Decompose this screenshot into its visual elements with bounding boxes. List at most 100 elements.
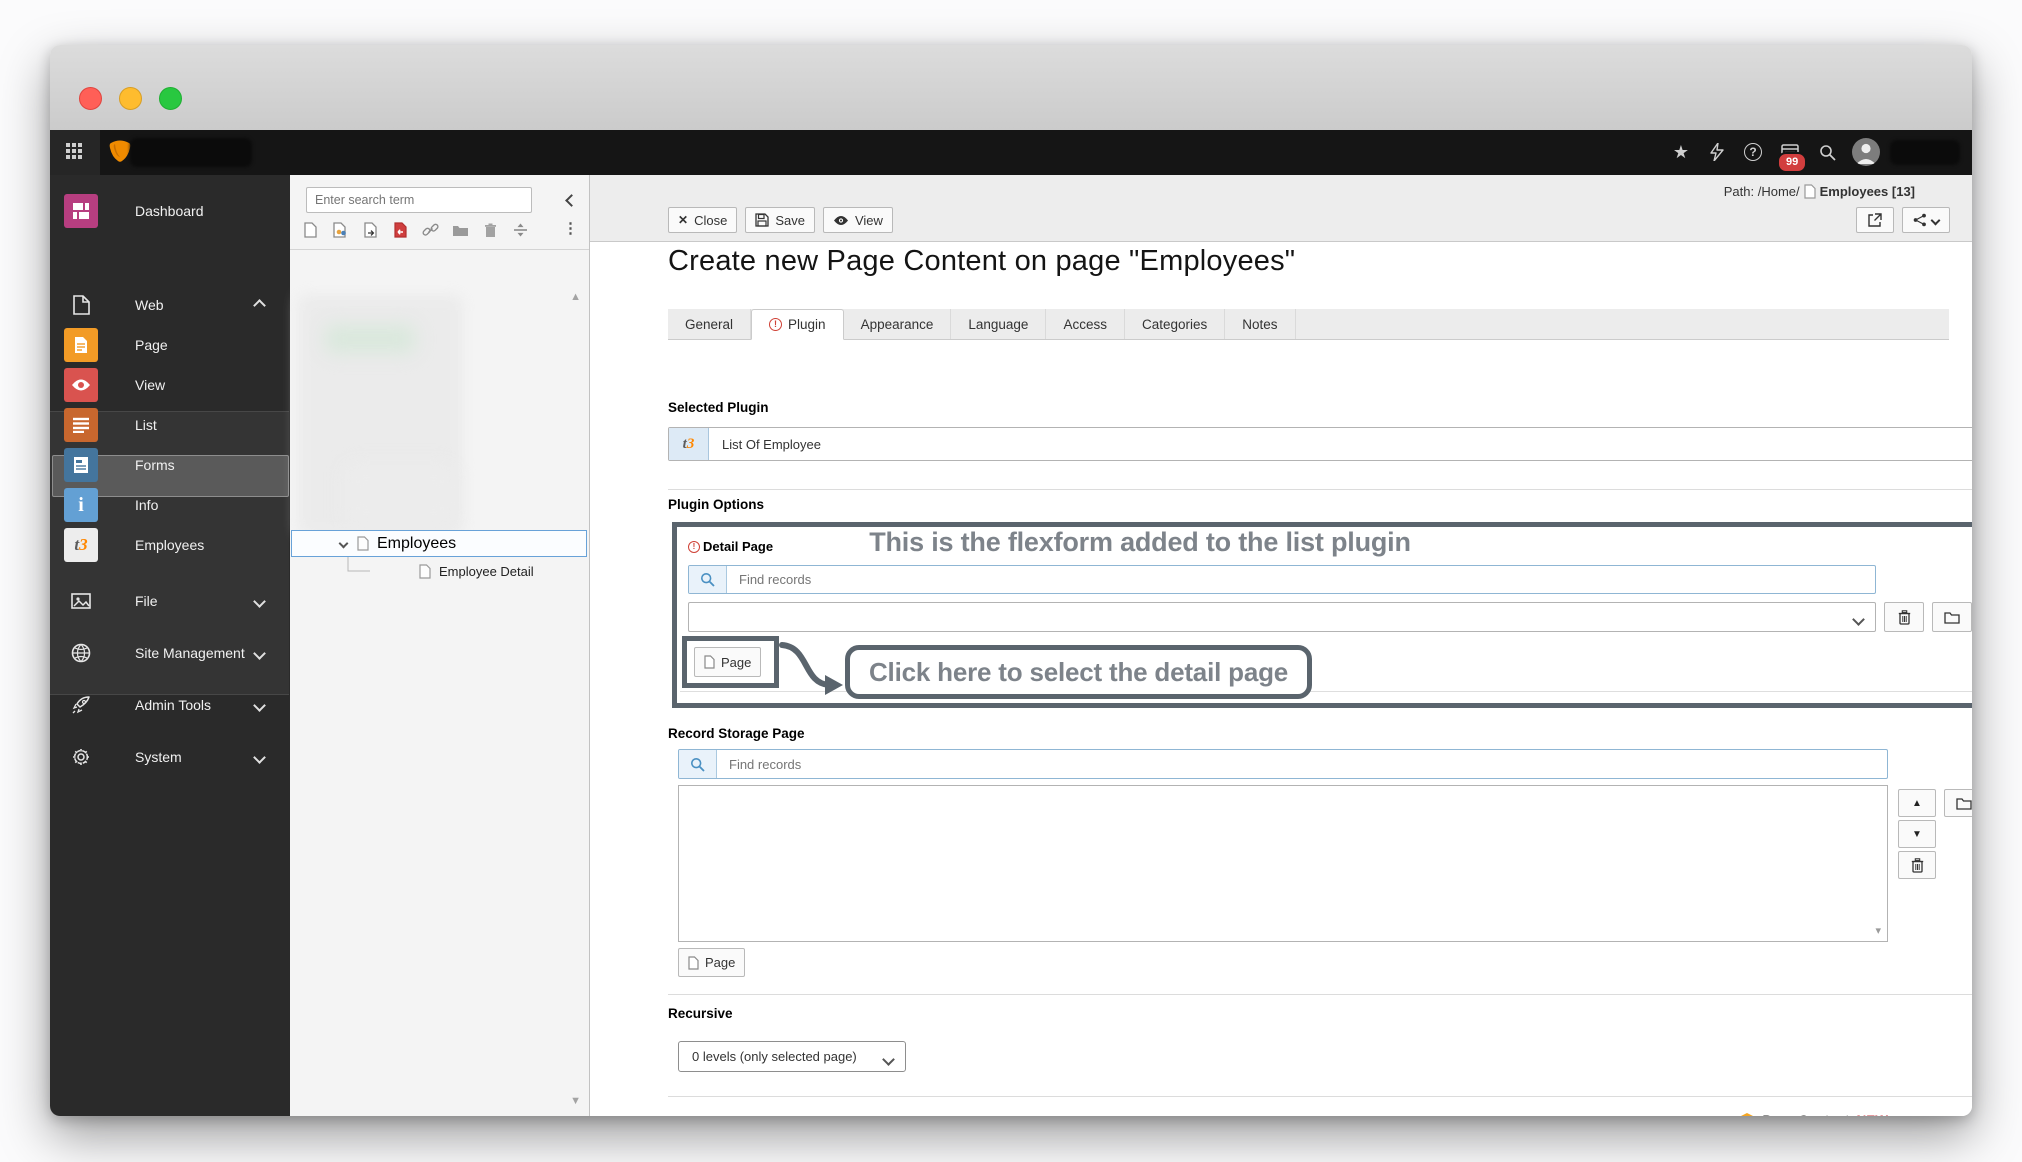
redacted-tree-content — [345, 465, 455, 525]
new-mountpoint-page-icon[interactable] — [362, 222, 379, 239]
sidebar-item-label: File — [135, 593, 158, 609]
page-icon — [704, 655, 715, 669]
required-warning-icon: ! — [688, 541, 700, 553]
sidebar-item-forms[interactable]: Forms — [50, 445, 290, 485]
tree-more-menu-icon[interactable]: ⋮ — [563, 219, 578, 237]
tree-search-input[interactable] — [307, 188, 531, 212]
path-prefix: Path: /Home/ — [1724, 184, 1800, 199]
record-storage-listbox[interactable]: ▾ — [678, 785, 1888, 942]
collapse-tree-icon[interactable] — [567, 192, 576, 210]
user-avatar[interactable] — [1852, 138, 1880, 166]
tab-general[interactable]: General — [668, 309, 751, 339]
window-minimize-button[interactable] — [119, 87, 142, 110]
up-arrow-icon: ▲ — [1912, 798, 1922, 809]
listbox-scroll-down-icon[interactable]: ▾ — [1875, 924, 1881, 937]
recursive-label: Recursive — [668, 1006, 733, 1021]
web-page-icon — [64, 288, 98, 322]
new-shortcut-page-icon[interactable] — [332, 222, 349, 239]
record-type-label: Page Content — [1762, 1113, 1849, 1117]
content-cube-icon — [1739, 1112, 1755, 1116]
sidebar-item-page[interactable]: Page — [50, 325, 290, 365]
record-storage-browse-button[interactable] — [1944, 789, 1972, 817]
view-button[interactable]: View — [823, 207, 893, 233]
recursive-select[interactable]: 0 levels (only selected page) — [678, 1041, 906, 1072]
share-button[interactable] — [1902, 207, 1950, 233]
close-button[interactable]: ✕ Close — [668, 207, 737, 233]
forms-module-icon — [64, 448, 98, 482]
link-icon[interactable] — [422, 222, 439, 239]
save-button[interactable]: Save — [745, 207, 815, 233]
tree-node-selected[interactable]: Employees — [291, 530, 587, 557]
sidebar-item-list[interactable]: List — [50, 405, 290, 445]
record-storage-remove-button[interactable] — [1898, 851, 1936, 879]
application-menu-button[interactable] — [50, 130, 100, 175]
spacer-icon[interactable] — [512, 222, 529, 239]
annotation-click-text: Click here to select the detail page — [850, 657, 1307, 688]
tree-scroll-down-icon[interactable]: ▼ — [570, 1095, 581, 1107]
trash-icon[interactable] — [482, 222, 499, 239]
search-icon — [689, 566, 727, 593]
search-icon[interactable] — [1814, 139, 1840, 165]
sidebar-item-label: Page — [135, 337, 168, 353]
folder-icon[interactable] — [452, 222, 469, 239]
detail-page-find-input[interactable] — [727, 566, 1875, 593]
app-window: ★ ? 99 Dashboard — [50, 45, 1972, 1116]
page-icon — [688, 956, 699, 970]
record-storage-page-button[interactable]: Page — [678, 948, 745, 977]
page-icon — [357, 536, 369, 551]
window-zoom-button[interactable] — [159, 87, 182, 110]
clear-cache-bolt-icon[interactable] — [1704, 139, 1730, 165]
file-image-icon — [64, 584, 98, 618]
apps-grid-icon — [66, 143, 85, 162]
bookmark-star-icon[interactable]: ★ — [1668, 139, 1694, 165]
detail-page-page-button[interactable]: Page — [694, 647, 761, 677]
sidebar-item-web[interactable]: Web — [50, 285, 290, 325]
detail-page-browse-button[interactable] — [1932, 602, 1972, 632]
plugin-type-icon: t3 — [669, 428, 709, 460]
sidebar-item-label: Web — [135, 297, 164, 313]
detail-page-label: Detail Page — [703, 539, 773, 554]
selected-plugin-label: Selected Plugin — [668, 400, 769, 415]
chevron-down-icon — [882, 1053, 895, 1066]
tree-node-label: Employees — [377, 535, 456, 553]
new-link-page-icon[interactable] — [392, 222, 409, 239]
docheader: Path: /Home/ Employees [13] ✕ Close Save… — [590, 175, 1972, 242]
sidebar-item-employees[interactable]: t3 Employees — [50, 525, 290, 565]
record-storage-move-down-button[interactable]: ▼ — [1898, 820, 1936, 848]
folder-icon — [1944, 611, 1960, 624]
tab-categories[interactable]: Categories — [1125, 309, 1225, 339]
detail-page-select[interactable] — [688, 602, 1876, 632]
selected-plugin-select[interactable]: t3 List Of Employee — [668, 427, 1972, 461]
detail-page-remove-button[interactable] — [1884, 602, 1924, 632]
chevron-down-icon — [1852, 613, 1865, 626]
new-page-icon[interactable] — [302, 222, 319, 239]
employees-module-icon: t3 — [64, 528, 98, 562]
sidebar-item-dashboard[interactable]: Dashboard — [50, 191, 290, 231]
sidebar-item-view[interactable]: View — [50, 365, 290, 405]
tree-scroll-up-icon[interactable]: ▲ — [570, 291, 581, 303]
new-record-badge: NEW — [1857, 1113, 1889, 1117]
node-expand-icon[interactable] — [339, 539, 349, 549]
window-titlebar — [50, 45, 1972, 131]
sidebar-item-system[interactable]: System — [50, 737, 290, 777]
record-storage-move-up-button[interactable]: ▲ — [1898, 789, 1936, 817]
sidebar-item-site-management[interactable]: Site Management — [50, 633, 290, 673]
sidebar-item-file[interactable]: File — [50, 581, 290, 621]
tab-plugin[interactable]: ! Plugin — [751, 309, 844, 340]
open-in-new-button[interactable] — [1856, 207, 1894, 233]
tree-node-child[interactable]: Employee Detail — [419, 560, 534, 582]
help-icon[interactable]: ? — [1740, 139, 1766, 165]
click-annotation-bubble: Click here to select the detail page — [845, 645, 1312, 699]
eye-icon — [833, 215, 849, 226]
tab-access[interactable]: Access — [1046, 309, 1125, 339]
tab-notes[interactable]: Notes — [1225, 309, 1295, 339]
sidebar-item-info[interactable]: i Info — [50, 485, 290, 525]
window-close-button[interactable] — [79, 87, 102, 110]
sidebar-item-label: Dashboard — [135, 203, 204, 219]
tab-appearance[interactable]: Appearance — [844, 309, 952, 339]
rocket-icon — [64, 688, 98, 722]
page-icon — [1804, 184, 1816, 199]
tab-language[interactable]: Language — [951, 309, 1046, 339]
record-storage-find-input[interactable] — [717, 750, 1887, 778]
sidebar-item-admin-tools[interactable]: Admin Tools — [50, 685, 290, 725]
